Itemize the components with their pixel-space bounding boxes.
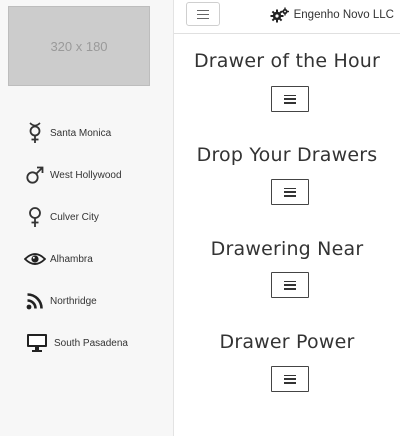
main-content: Drawer of the Hour Drop Your Drawers Dra… xyxy=(174,34,400,436)
section-drawering-near: Drawering Near xyxy=(174,238,400,298)
hamburger-icon xyxy=(284,374,296,384)
section-title: Drawer Power xyxy=(219,331,355,353)
sidebar-item-label: Northridge xyxy=(50,295,97,307)
section-drop-your-drawers: Drop Your Drawers xyxy=(174,144,400,205)
section-title: Drop Your Drawers xyxy=(196,144,378,166)
hamburger-icon xyxy=(284,94,296,104)
sidebar-item-label: West Hollywood xyxy=(50,169,122,181)
section-menu-button[interactable] xyxy=(271,86,309,112)
sidebar-item-santa-monica[interactable]: Santa Monica xyxy=(24,120,111,146)
hamburger-icon xyxy=(197,9,209,19)
venus-icon xyxy=(24,206,46,228)
sidebar-item-south-pasadena[interactable]: South Pasadena xyxy=(24,330,128,356)
cogs-icon xyxy=(270,7,290,23)
section-menu-button[interactable] xyxy=(271,366,309,392)
sidebar-item-label: Culver City xyxy=(50,211,99,223)
top-bar: Engenho Novo LLC xyxy=(174,0,400,34)
mars-icon xyxy=(24,164,46,186)
company-menu[interactable]: Engenho Novo LLC xyxy=(270,6,394,24)
sidebar-item-culver-city[interactable]: Culver City xyxy=(24,204,99,230)
sidebar-image-placeholder: 320 x 180 xyxy=(8,6,150,86)
desktop-icon xyxy=(24,332,50,354)
hamburger-icon xyxy=(284,280,296,290)
section-menu-button[interactable] xyxy=(271,272,309,298)
transgender-icon xyxy=(24,122,46,144)
section-menu-button[interactable] xyxy=(271,179,309,205)
sidebar-toggle-button[interactable] xyxy=(186,2,220,26)
sidebar-item-west-hollywood[interactable]: West Hollywood xyxy=(24,162,122,188)
sidebar-item-alhambra[interactable]: Alhambra xyxy=(24,246,93,272)
section-title: Drawering Near xyxy=(210,238,364,260)
sidebar-item-label: Alhambra xyxy=(50,253,93,265)
section-drawer-of-the-hour: Drawer of the Hour xyxy=(174,50,400,112)
section-title: Drawer of the Hour xyxy=(193,50,381,72)
section-drawer-power: Drawer Power xyxy=(174,331,400,392)
company-name: Engenho Novo LLC xyxy=(293,9,394,21)
hamburger-icon xyxy=(284,187,296,197)
sidebar-item-label: Santa Monica xyxy=(50,127,112,139)
sidebar-item-label: South Pasadena xyxy=(54,337,128,349)
rss-icon xyxy=(24,290,46,312)
placeholder-label: 320 x 180 xyxy=(50,38,108,54)
sidebar-item-northridge[interactable]: Northridge xyxy=(24,288,97,314)
sidebar: 320 x 180 Santa Monica West Hollywood Cu… xyxy=(0,0,174,436)
eye-icon xyxy=(24,248,46,270)
